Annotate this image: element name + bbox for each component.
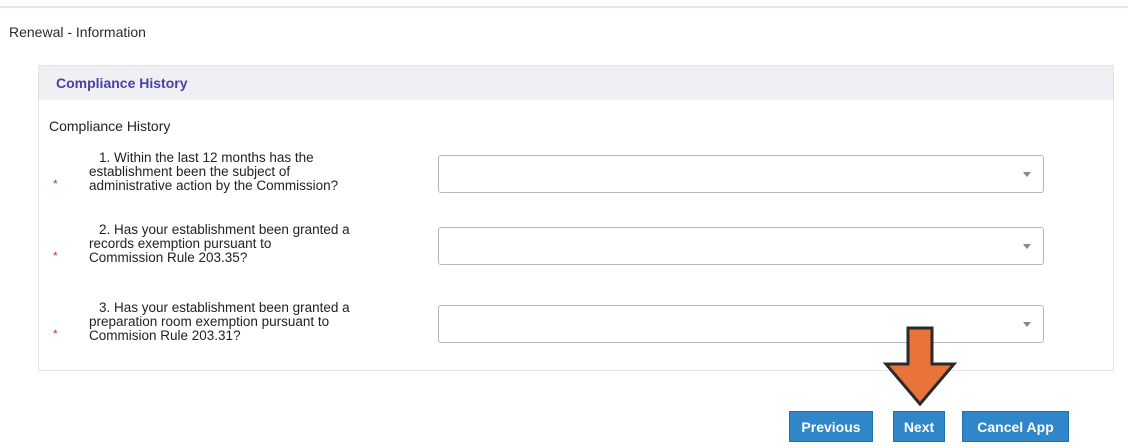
chevron-down-icon <box>1023 322 1031 327</box>
panel-header: Compliance History <box>39 66 1113 100</box>
question-2-line-3: Commission Rule 203.35? <box>89 250 248 265</box>
page-heading: Renewal - Information <box>9 24 146 40</box>
question-1-line-3: administrative action by the Commission? <box>89 178 339 193</box>
question-2-text: 2. Has your establishment been granted a… <box>89 223 439 265</box>
question-2-select[interactable] <box>438 227 1044 265</box>
question-1: * 1. Within the last 12 months has the e… <box>39 151 1113 207</box>
question-1-select[interactable] <box>438 155 1044 193</box>
cancel-app-button[interactable]: Cancel App <box>962 411 1069 442</box>
question-3-line-2: preparation room exemption pursuant to <box>89 314 330 329</box>
arrow-down-icon <box>882 326 958 407</box>
question-3-text: 3. Has your establishment been granted a… <box>89 301 439 343</box>
required-marker: * <box>53 177 58 191</box>
question-3-line-3: Commision Rule 203.31? <box>89 328 241 343</box>
question-1-line-1: 1. Within the last 12 months has the <box>99 150 314 165</box>
chevron-down-icon <box>1023 244 1031 249</box>
question-2: * 2. Has your establishment been granted… <box>39 223 1113 279</box>
question-1-line-2: establishment been the subject of <box>89 164 291 179</box>
top-divider <box>0 6 1128 8</box>
section-label: Compliance History <box>49 118 171 134</box>
question-3-line-1: 3. Has your establishment been granted a <box>99 300 350 315</box>
panel-title: Compliance History <box>56 75 188 91</box>
next-button[interactable]: Next <box>893 411 945 442</box>
chevron-down-icon <box>1023 172 1031 177</box>
question-1-text: 1. Within the last 12 months has the est… <box>89 151 439 193</box>
previous-button[interactable]: Previous <box>789 411 873 442</box>
required-marker: * <box>53 327 58 341</box>
question-2-line-2: records exemption pursuant to <box>89 236 272 251</box>
required-marker: * <box>53 249 58 263</box>
question-2-line-1: 2. Has your establishment been granted a <box>99 222 350 237</box>
page: Renewal - Information Compliance History… <box>0 0 1128 448</box>
